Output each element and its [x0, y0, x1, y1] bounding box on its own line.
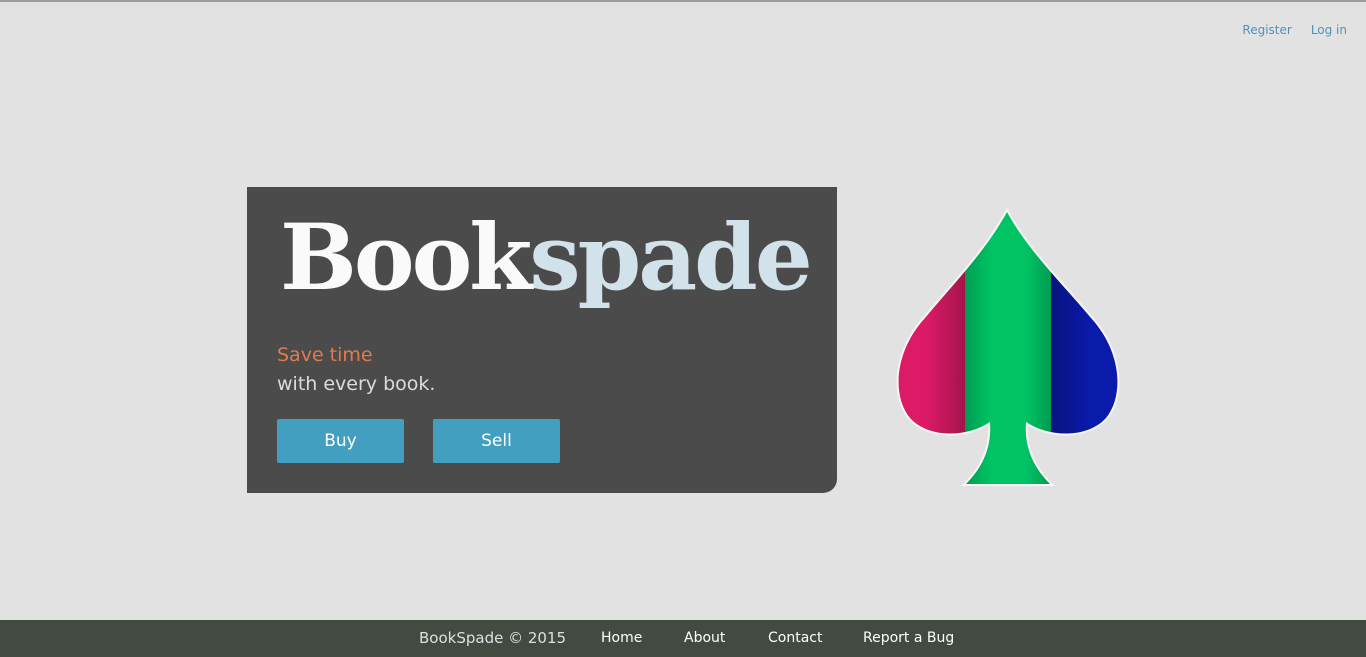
footer-copyright: BookSpade © 2015: [419, 629, 567, 647]
tagline-rest: with every book.: [277, 373, 436, 395]
spade-icon: [896, 207, 1120, 486]
buy-button[interactable]: Buy: [277, 419, 404, 463]
brand-title: Bookspade: [280, 213, 813, 304]
brand-title-spade: spade: [529, 205, 812, 311]
top-border: [0, 0, 1366, 2]
footer-link-contact[interactable]: Contact: [768, 630, 822, 646]
sell-button[interactable]: Sell: [433, 419, 560, 463]
register-link[interactable]: Register: [1242, 23, 1291, 37]
hero-panel: Bookspade Save time with every book. Buy…: [247, 187, 837, 493]
auth-nav: Register Log in: [1242, 23, 1347, 37]
footer-link-report-bug[interactable]: Report a Bug: [863, 630, 954, 646]
footer-link-home[interactable]: Home: [601, 630, 642, 646]
login-link[interactable]: Log in: [1311, 23, 1347, 37]
footer-link-about[interactable]: About: [684, 630, 725, 646]
brand-title-book: Book: [280, 205, 532, 311]
footer: BookSpade © 2015 Home About Contact Repo…: [0, 620, 1366, 657]
tagline-highlight: Save time: [277, 344, 373, 366]
